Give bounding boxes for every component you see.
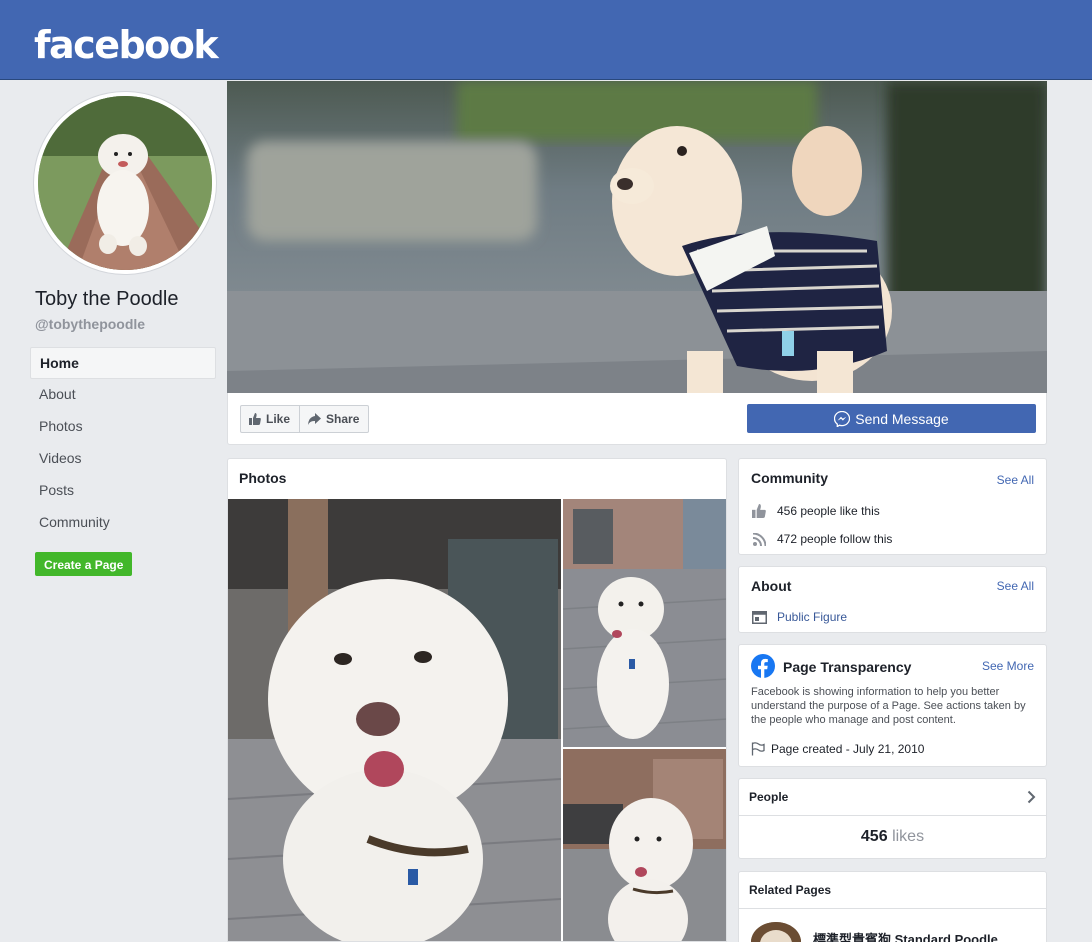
nav-item-about[interactable]: About xyxy=(30,379,216,411)
people-card: People 456 likes xyxy=(738,778,1047,859)
related-divider xyxy=(739,908,1046,909)
page-created-row: Page created - July 21, 2010 xyxy=(751,741,924,757)
rss-follow-icon xyxy=(751,531,767,547)
poodle-photo-icon xyxy=(563,499,726,747)
community-likes-text: 456 people like this xyxy=(777,504,880,518)
people-divider xyxy=(739,815,1046,816)
community-title[interactable]: Community xyxy=(751,470,828,486)
page-category-icon xyxy=(751,609,767,625)
messenger-icon xyxy=(834,410,851,427)
people-likes-summary: 456 likes xyxy=(739,828,1046,846)
share-button[interactable]: Share xyxy=(300,405,370,433)
about-see-all-link[interactable]: See All xyxy=(997,579,1034,593)
page-name[interactable]: Toby the Poodle xyxy=(35,288,178,311)
poodle-thumbnail-icon xyxy=(751,922,801,942)
share-label: Share xyxy=(326,412,360,426)
community-follows-text: 472 people follow this xyxy=(777,532,893,546)
transparency-description: Facebook is showing information to help … xyxy=(751,686,1026,726)
about-card: About See All Public Figure xyxy=(738,566,1047,633)
related-page-name[interactable]: 標準型貴賓狗 Standard Poodle ... xyxy=(813,929,1012,942)
photo-1[interactable] xyxy=(228,499,561,941)
related-pages-card: Related Pages 標準型貴賓狗 Standard Poodle ... xyxy=(738,871,1047,942)
like-button[interactable]: Like xyxy=(240,405,301,433)
flag-icon xyxy=(751,741,765,757)
send-message-button[interactable]: Send Message xyxy=(747,404,1036,433)
page-handle[interactable]: @tobythepoodle xyxy=(35,316,145,332)
thumbs-up-icon xyxy=(249,413,261,425)
page-transparency-card: Page Transparency See More Facebook is s… xyxy=(738,644,1047,767)
photo-2[interactable] xyxy=(563,499,726,747)
people-title[interactable]: People xyxy=(749,790,788,804)
nav-item-home[interactable]: Home xyxy=(30,347,216,379)
people-likes-count: 456 xyxy=(860,828,888,845)
facebook-logo[interactable]: facebook xyxy=(34,22,219,68)
nav-item-photos[interactable]: Photos xyxy=(30,411,216,443)
people-likes-unit: likes xyxy=(892,828,925,845)
send-message-label: Send Message xyxy=(855,410,949,427)
action-bar: Like Share Send Message xyxy=(227,393,1047,445)
transparency-title[interactable]: Page Transparency xyxy=(783,659,911,675)
poodle-avatar-icon xyxy=(38,96,212,270)
create-page-button[interactable]: Create a Page xyxy=(35,552,133,576)
community-likes-row: 456 people like this xyxy=(751,503,880,519)
about-title[interactable]: About xyxy=(751,578,791,594)
poodle-photo-icon xyxy=(563,749,726,941)
photos-card: Photos xyxy=(227,458,727,942)
chevron-right-icon[interactable] xyxy=(1027,790,1036,804)
related-page-avatar[interactable] xyxy=(751,922,801,942)
community-see-all-link[interactable]: See All xyxy=(997,473,1034,487)
poodle-photo-icon xyxy=(228,499,561,941)
cover-image-icon xyxy=(227,81,1047,393)
page-nav: Home About Photos Videos Posts Community xyxy=(30,347,216,539)
cover-photo[interactable] xyxy=(227,81,1047,393)
nav-item-videos[interactable]: Videos xyxy=(30,443,216,475)
transparency-see-more-link[interactable]: See More xyxy=(982,659,1034,673)
community-follows-row: 472 people follow this xyxy=(751,531,892,547)
thumbs-up-icon xyxy=(751,503,767,519)
about-category-row: Public Figure xyxy=(751,609,847,625)
photos-title[interactable]: Photos xyxy=(228,459,726,498)
nav-item-posts[interactable]: Posts xyxy=(30,475,216,507)
about-category-link[interactable]: Public Figure xyxy=(777,610,847,624)
like-share-group: Like Share xyxy=(240,405,370,433)
share-arrow-icon xyxy=(308,413,322,425)
like-label: Like xyxy=(266,412,291,426)
community-card: Community See All 456 people like this 4… xyxy=(738,458,1047,555)
nav-item-community[interactable]: Community xyxy=(30,507,216,539)
top-bar: facebook xyxy=(0,0,1092,80)
related-pages-title[interactable]: Related Pages xyxy=(749,883,831,897)
facebook-f-icon xyxy=(751,654,775,678)
photo-3[interactable] xyxy=(563,749,726,941)
avatar[interactable] xyxy=(34,92,216,274)
page-created-text: Page created - July 21, 2010 xyxy=(771,742,925,756)
